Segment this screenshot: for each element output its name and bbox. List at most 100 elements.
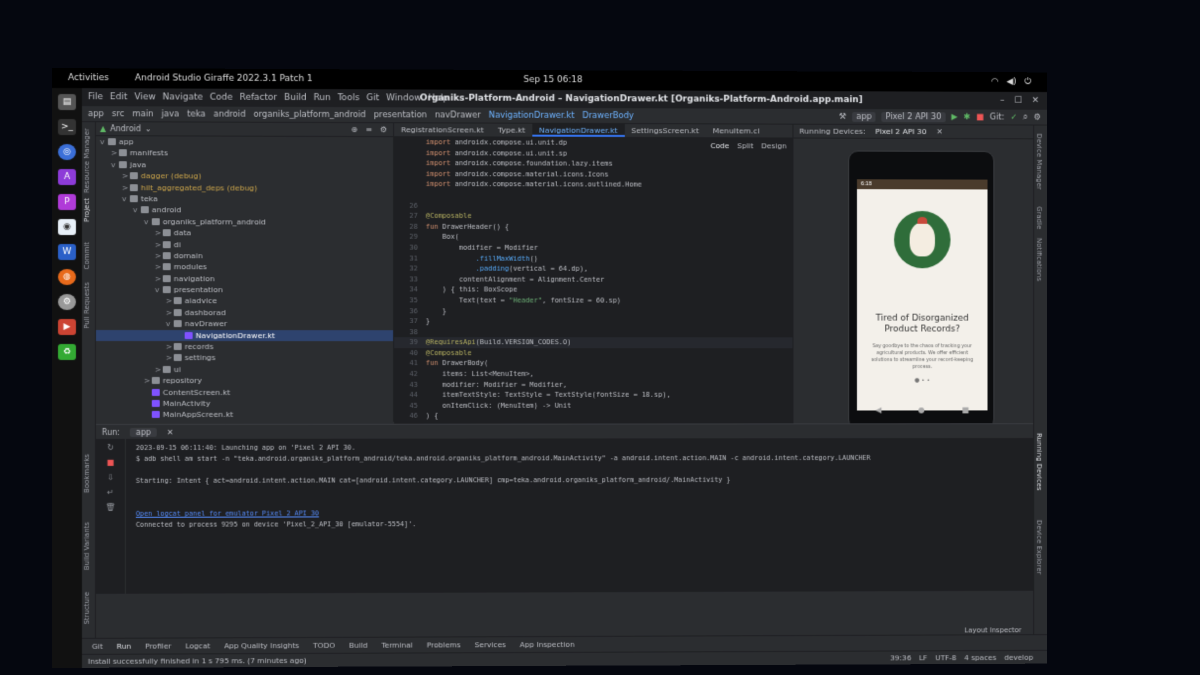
chevron-down-icon[interactable]: v bbox=[122, 193, 130, 204]
android-studio-icon[interactable]: A bbox=[57, 169, 76, 186]
tool-problems[interactable]: Problems bbox=[427, 640, 461, 649]
tool-git[interactable]: Git bbox=[92, 642, 103, 651]
maximize-icon[interactable]: ☐ bbox=[1014, 96, 1022, 106]
tool-gradle[interactable]: Gradle bbox=[1035, 206, 1043, 229]
code-line[interactable]: 35 Text(text = "Header", fontSize = 60.s… bbox=[394, 295, 792, 306]
home-icon[interactable]: ● bbox=[918, 405, 925, 414]
tree-item[interactable]: > domain bbox=[96, 250, 393, 262]
tree-item[interactable]: > repository bbox=[96, 375, 393, 386]
caret-position[interactable]: 39:36 bbox=[890, 653, 911, 662]
focused-app-name[interactable]: Android Studio Giraffe 2022.3.1 Patch 1 bbox=[135, 73, 313, 84]
project-view-select[interactable]: Android bbox=[110, 124, 141, 133]
chevron-down-icon[interactable]: v bbox=[100, 136, 108, 147]
line-separator[interactable]: LF bbox=[919, 653, 927, 662]
menu-window[interactable]: Window bbox=[386, 93, 421, 103]
close-icon[interactable]: ✕ bbox=[936, 127, 942, 136]
device-select[interactable]: Pixel 2 API 30 bbox=[881, 111, 946, 122]
search-icon[interactable]: ⌕ bbox=[1023, 112, 1028, 122]
git-check-icon[interactable]: ✓ bbox=[1010, 112, 1017, 122]
rerun-icon[interactable]: ↻ bbox=[107, 443, 114, 452]
code-area[interactable]: import androidx.compose.ui.unit.dp import… bbox=[394, 137, 793, 424]
pager-indicator[interactable]: ● • • bbox=[857, 377, 988, 384]
breadcrumb-android[interactable]: android bbox=[214, 109, 246, 119]
breadcrumb-symbol[interactable]: DrawerBody bbox=[582, 111, 634, 121]
menu-file[interactable]: File bbox=[88, 92, 103, 102]
code-line[interactable]: 44 itemTextStyle: TextStyle = TextStyle(… bbox=[394, 390, 792, 401]
file-encoding[interactable]: UTF-8 bbox=[935, 653, 956, 662]
gear-icon[interactable]: ⚙ bbox=[1034, 112, 1041, 122]
chevron-right-icon[interactable]: > bbox=[155, 239, 163, 250]
menu-code[interactable]: Code bbox=[210, 93, 233, 103]
chevron-down-icon[interactable]: ⌄ bbox=[145, 124, 152, 133]
power-icon[interactable]: ⏻ bbox=[1024, 77, 1031, 87]
tab-type[interactable]: Type.kt bbox=[491, 124, 532, 137]
code-line[interactable]: 31 .fillMaxWidth() bbox=[394, 253, 792, 264]
wrap-icon[interactable]: ↵ bbox=[107, 488, 114, 497]
layout-inspector[interactable]: Layout Inspector bbox=[964, 626, 1021, 634]
tool-terminal[interactable]: Terminal bbox=[381, 641, 412, 650]
tree-item[interactable]: > navigation bbox=[96, 273, 393, 285]
tool-running-devices[interactable]: Running Devices bbox=[1035, 433, 1043, 491]
tool-build-variants[interactable]: Build Variants bbox=[83, 522, 91, 570]
terminal-icon[interactable]: >_ bbox=[57, 119, 76, 136]
tool-pull-requests[interactable]: Pull Requests bbox=[83, 282, 91, 329]
console-output[interactable]: 2023-09-15 06:11:40: Launching app on 'P… bbox=[136, 442, 1028, 594]
code-line[interactable]: 39 @RequiresApi(Build.VERSION_CODES.O) bbox=[394, 337, 793, 349]
tree-item[interactable]: > ui bbox=[96, 364, 393, 375]
tree-item[interactable]: v teka bbox=[96, 193, 393, 205]
chevron-right-icon[interactable]: > bbox=[122, 170, 130, 181]
debug-icon[interactable]: ✱ bbox=[963, 112, 970, 122]
chevron-right-icon[interactable]: > bbox=[155, 227, 163, 238]
menu-view[interactable]: View bbox=[134, 92, 155, 102]
tool-notifications[interactable]: Notifications bbox=[1035, 238, 1043, 281]
chevron-down-icon[interactable]: v bbox=[144, 216, 152, 227]
tree-item[interactable]: v android bbox=[96, 204, 393, 216]
run-app-tab[interactable]: app bbox=[129, 427, 157, 437]
scroll-end-icon[interactable]: ⇩ bbox=[107, 473, 114, 482]
chevron-right-icon[interactable]: > bbox=[155, 273, 163, 284]
tab-registration-screen[interactable]: RegistrationScreen.kt bbox=[394, 123, 491, 136]
code-line[interactable]: 46) { bbox=[394, 411, 792, 422]
recents-icon[interactable]: ■ bbox=[962, 405, 969, 414]
tree-item[interactable]: v app bbox=[96, 136, 393, 148]
run-icon[interactable]: ▶ bbox=[951, 112, 957, 122]
tool-profiler[interactable]: Profiler bbox=[145, 642, 171, 651]
activities-button[interactable]: Activities bbox=[68, 73, 109, 83]
tree-item[interactable]: v presentation bbox=[96, 284, 393, 296]
chevron-right-icon[interactable]: > bbox=[144, 375, 152, 386]
tree-item[interactable]: NavigationDrawer.kt bbox=[95, 329, 394, 342]
settings-icon[interactable]: ⚙ bbox=[57, 294, 76, 311]
chevron-right-icon[interactable]: > bbox=[111, 148, 119, 159]
tab-navigation-drawer[interactable]: NavigationDrawer.kt bbox=[532, 123, 625, 137]
tool-run[interactable]: Run bbox=[117, 642, 131, 651]
code-line[interactable]: 43 modifier: Modifier = Modifier, bbox=[394, 380, 792, 391]
webstorm-icon[interactable]: W bbox=[57, 244, 76, 261]
breadcrumb-main[interactable]: main bbox=[132, 109, 153, 119]
locate-icon[interactable]: ⊕ bbox=[351, 125, 358, 134]
code-line[interactable]: 33 contentAlignment = Alignment.Center bbox=[394, 274, 792, 285]
code-line[interactable]: 30 modifier = Modifier bbox=[394, 243, 792, 254]
chevron-right-icon[interactable]: > bbox=[166, 296, 174, 307]
breadcrumb-java[interactable]: java bbox=[161, 109, 179, 119]
tree-item[interactable]: v java bbox=[96, 159, 393, 171]
code-line[interactable]: 40 @Composable bbox=[394, 348, 792, 359]
phpstorm-icon[interactable]: P bbox=[57, 194, 76, 211]
recycle-icon[interactable]: ♻ bbox=[57, 344, 76, 361]
close-icon[interactable]: ✕ bbox=[167, 427, 174, 436]
stop-icon[interactable]: ■ bbox=[976, 112, 984, 122]
tool-build[interactable]: Build bbox=[349, 641, 368, 650]
tool-device-manager[interactable]: Device Manager bbox=[1035, 133, 1043, 189]
back-icon[interactable]: ◀ bbox=[875, 405, 881, 414]
tool-resource-manager[interactable]: Resource Manager bbox=[83, 128, 91, 193]
collapse-icon[interactable]: ≡ bbox=[365, 125, 372, 134]
system-tray[interactable]: ◠ ◀) ⏻ bbox=[991, 77, 1031, 87]
tool-structure[interactable]: Structure bbox=[83, 592, 91, 625]
gear-icon[interactable]: ⚙ bbox=[380, 125, 387, 134]
menu-tools[interactable]: Tools bbox=[338, 93, 360, 103]
tree-item[interactable]: > modules bbox=[96, 261, 393, 273]
tool-bookmarks[interactable]: Bookmarks bbox=[83, 454, 91, 493]
chevron-right-icon[interactable]: > bbox=[166, 352, 174, 363]
chevron-right-icon[interactable]: > bbox=[166, 307, 174, 318]
breadcrumb-teka[interactable]: teka bbox=[187, 109, 205, 119]
clock[interactable]: Sep 15 06:18 bbox=[523, 75, 582, 85]
